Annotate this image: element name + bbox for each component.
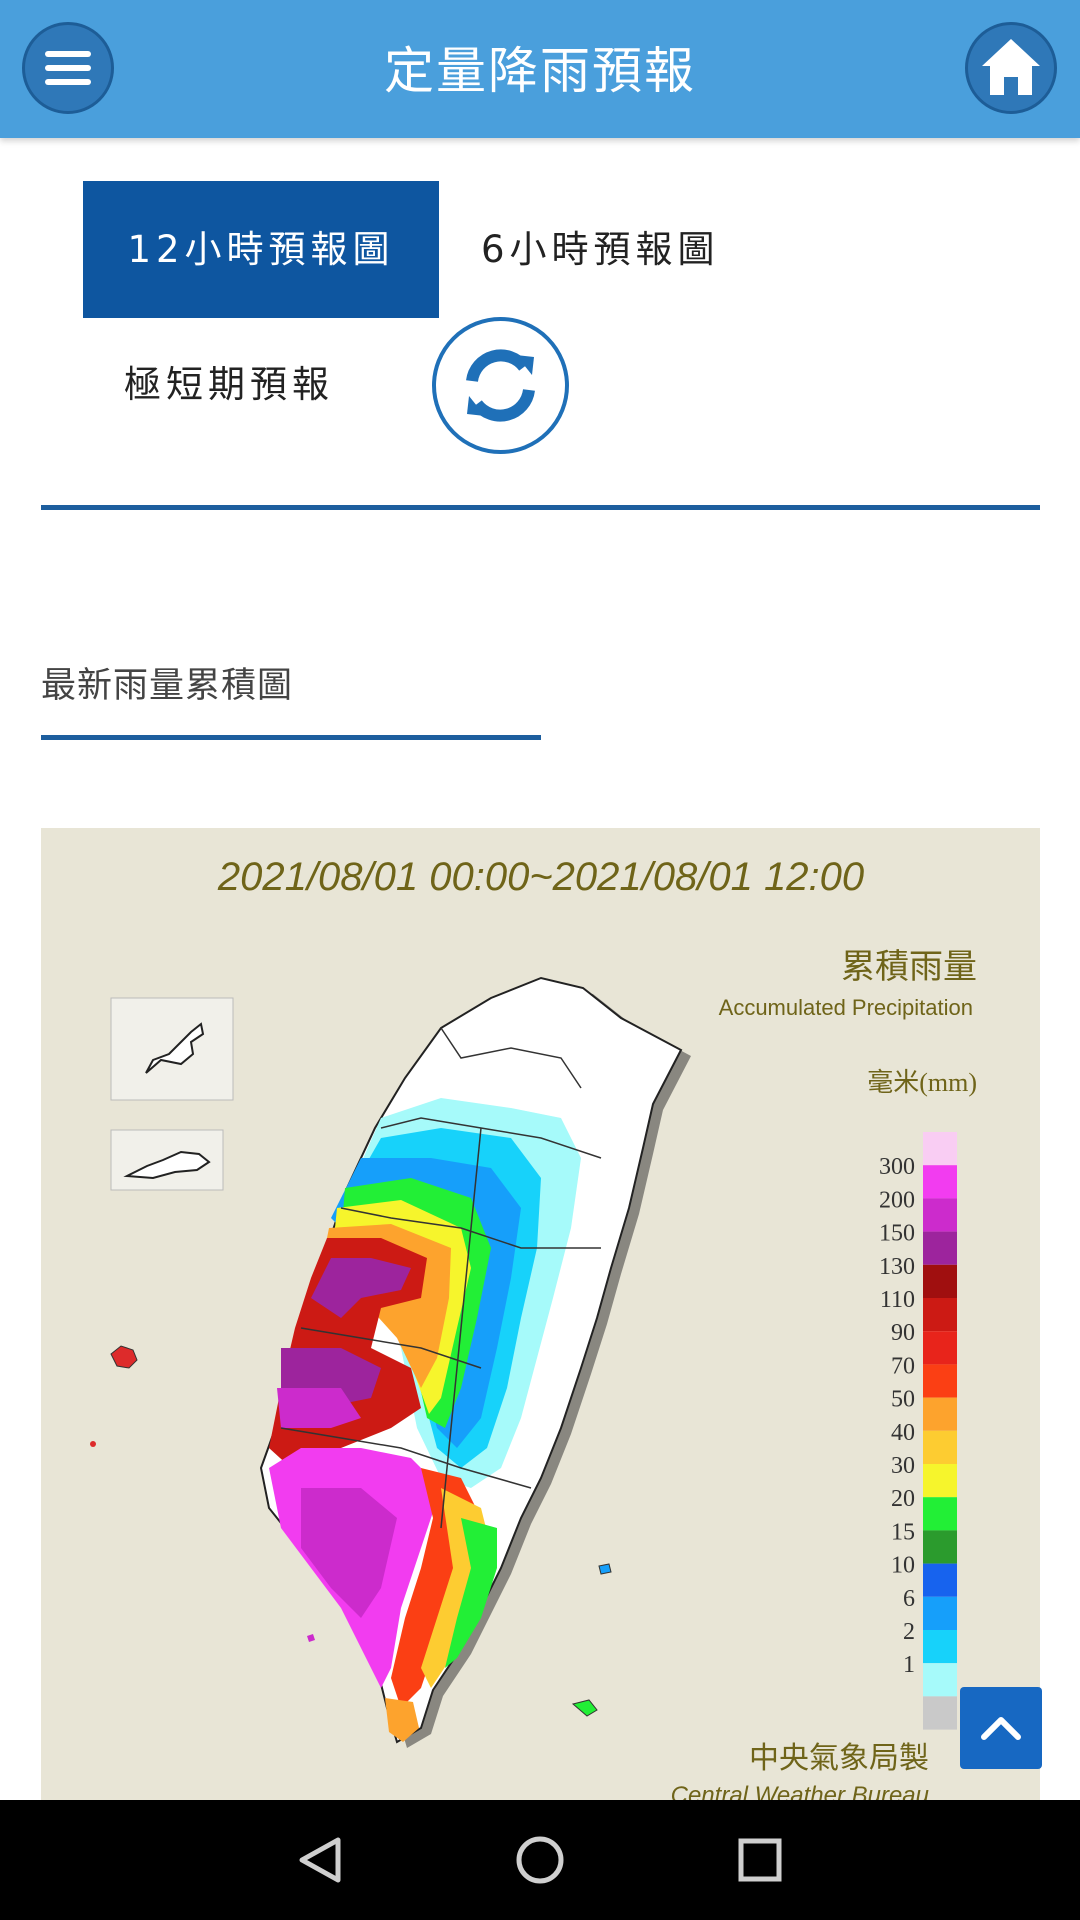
legend-label: 150	[879, 1221, 915, 1247]
legend-swatch	[923, 1563, 957, 1597]
legend-label: 20	[891, 1486, 915, 1512]
legend-label: 6	[903, 1586, 915, 1612]
tab-12h-forecast[interactable]: 12小時預報圖	[83, 181, 439, 318]
legend-label: 10	[891, 1553, 915, 1579]
legend-swatch	[923, 1696, 957, 1730]
legend-swatch	[923, 1231, 957, 1265]
legend-swatch	[923, 1630, 957, 1664]
legend-label: 15	[891, 1519, 915, 1545]
legend-swatch	[923, 1530, 957, 1564]
map-time-range: 2021/08/01 00:00~2021/08/01 12:00	[217, 855, 864, 899]
section-underline	[41, 735, 541, 740]
page-title: 定量降雨預報	[384, 42, 696, 100]
legend-swatch	[923, 1132, 957, 1166]
legend-label: 300	[879, 1154, 915, 1180]
legend-label: 130	[879, 1254, 915, 1280]
legend-unit: 毫米(mm)	[867, 1068, 977, 1097]
legend-label: 90	[891, 1320, 915, 1346]
home-button[interactable]	[965, 22, 1057, 114]
legend-swatch	[923, 1430, 957, 1464]
map-credit-zh: 中央氣象局製	[749, 1742, 929, 1775]
rainfall-map-graphic: 2021/08/01 00:00~2021/08/01 12:00 累積雨量 A…	[41, 828, 1040, 1800]
chevron-up-icon	[981, 1717, 1021, 1740]
legend-swatch	[923, 1596, 957, 1630]
refresh-button[interactable]	[432, 317, 569, 454]
recents-square-icon	[738, 1838, 782, 1882]
legend-label: 200	[879, 1187, 915, 1213]
legend-label: 1	[903, 1652, 915, 1678]
legend-swatch	[923, 1663, 957, 1697]
legend-swatch	[923, 1497, 957, 1531]
legend-label: 50	[891, 1387, 915, 1413]
app-bar: 定量降雨預報	[0, 0, 1080, 138]
tab-nowcast[interactable]: 極短期預報	[124, 318, 334, 451]
rainfall-map: 2021/08/01 00:00~2021/08/01 12:00 累積雨量 A…	[41, 828, 1040, 1800]
home-icon	[982, 39, 1040, 95]
legend-swatch	[923, 1464, 957, 1498]
scroll-to-top-button[interactable]	[960, 1687, 1042, 1769]
legend-title-en: Accumulated Precipitation	[719, 995, 973, 1020]
map-credit-en: Central Weather Bureau	[671, 1782, 929, 1800]
system-home-button[interactable]	[490, 1810, 590, 1910]
system-navigation-bar	[0, 1800, 1080, 1920]
legend-swatch	[923, 1331, 957, 1365]
legend-title-zh: 累積雨量	[841, 948, 977, 986]
legend-label: 2	[903, 1619, 915, 1645]
tab-6h-forecast[interactable]: 6小時預報圖	[481, 181, 720, 318]
legend-swatch	[923, 1364, 957, 1398]
section-title: 最新雨量累積圖	[41, 666, 294, 706]
legend-swatch	[923, 1264, 957, 1298]
refresh-icon	[466, 349, 535, 422]
legend-label: 110	[880, 1287, 915, 1313]
legend-label: 30	[891, 1453, 915, 1479]
legend-label: 40	[891, 1420, 915, 1446]
system-recents-button[interactable]	[710, 1810, 810, 1910]
legend-swatch	[923, 1298, 957, 1332]
legend-label: 70	[891, 1353, 915, 1379]
menu-button[interactable]	[22, 22, 114, 114]
legend-swatch	[923, 1165, 957, 1199]
legend-swatch	[923, 1397, 957, 1431]
tabs-divider	[41, 505, 1040, 510]
home-circle-icon	[516, 1836, 564, 1884]
legend-swatch	[923, 1198, 957, 1232]
system-back-button[interactable]	[270, 1810, 370, 1910]
back-triangle-icon	[299, 1837, 341, 1883]
